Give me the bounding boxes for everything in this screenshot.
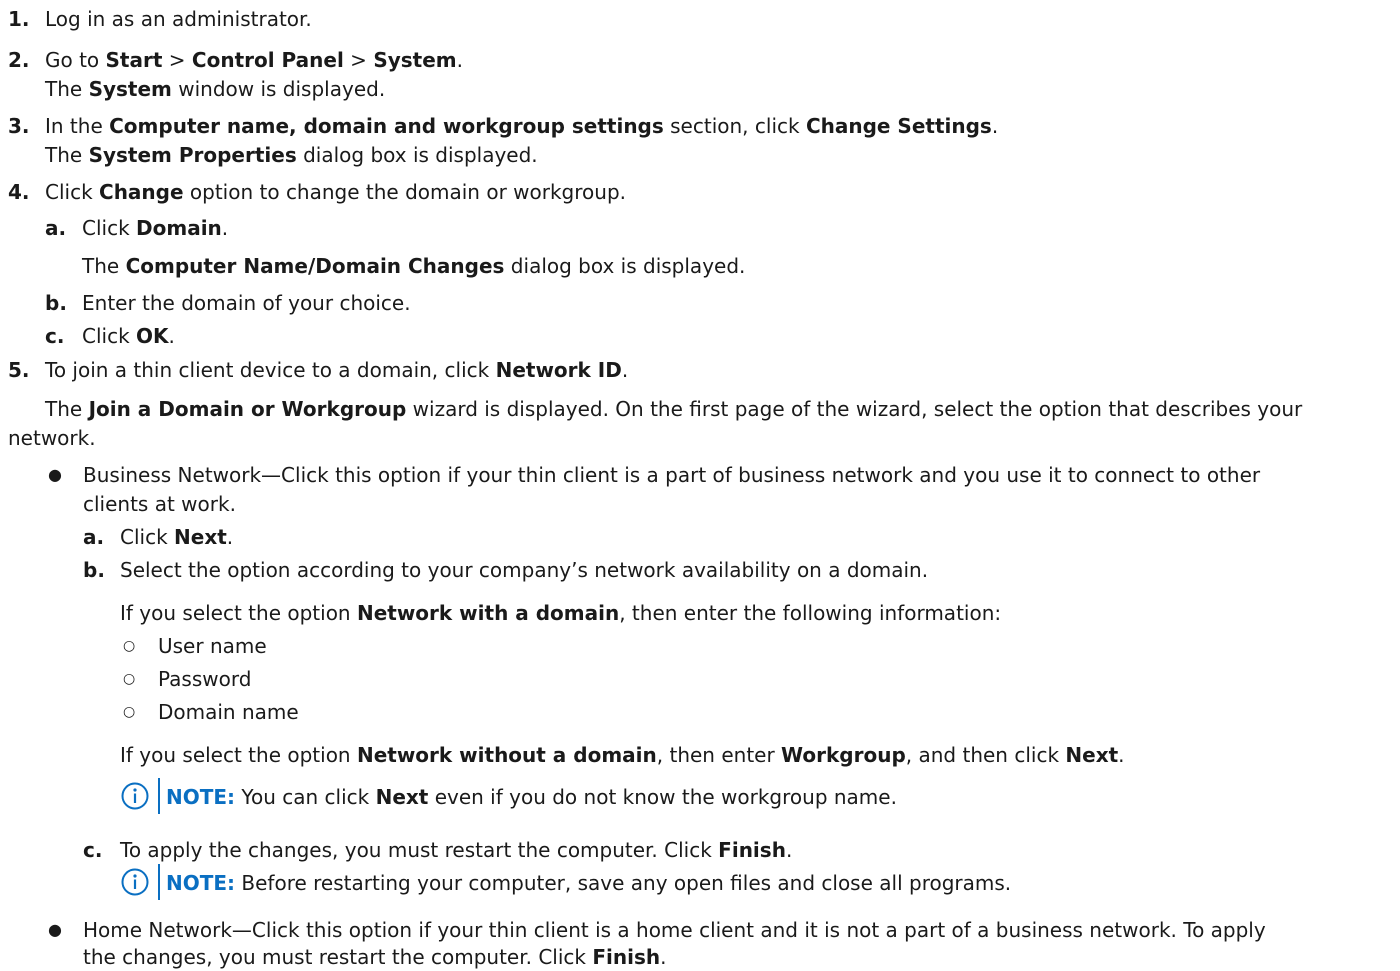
substep-label: a. — [45, 216, 67, 240]
hollow-bullet: ○ — [123, 671, 136, 687]
step-4a-result: The Computer Name/Domain Changes dialog … — [82, 254, 746, 278]
business-c-text: To apply the changes, you must restart t… — [120, 838, 793, 862]
step-4-text: Click Change option to change the domain… — [45, 180, 626, 204]
info-circle-icon — [121, 868, 149, 896]
hollow-bullet: ○ — [123, 638, 136, 654]
home-network-text: Home Network—Click this option if your t… — [83, 918, 1266, 942]
field-item: Domain name — [158, 700, 299, 724]
substep-label: b. — [45, 291, 67, 315]
step-5-paragraph: The Join a Domain or Workgroup wizard is… — [45, 397, 1303, 421]
step-number: 1. — [8, 7, 30, 31]
step-4c-text: Click OK. — [82, 324, 175, 348]
business-b-text: Select the option according to your comp… — [120, 558, 929, 582]
substep-label: b. — [83, 558, 105, 582]
home-network-text-cont: the changes, you must restart the comput… — [83, 945, 667, 969]
field-item: User name — [158, 634, 267, 658]
step-3-result: The System Properties dialog box is disp… — [45, 143, 538, 167]
substep-label: c. — [45, 324, 65, 348]
step-4b-text: Enter the domain of your choice. — [82, 291, 411, 315]
step-3-text: In the Computer name, domain and workgro… — [45, 114, 999, 138]
note-text: NOTE: Before restarting your computer, s… — [166, 871, 1012, 895]
step-2-text: Go to Start > Control Panel > System. — [45, 48, 463, 72]
step-5-text: To join a thin client device to a domain… — [45, 358, 629, 382]
step-1-text: Log in as an administrator. — [45, 7, 312, 31]
note-text: NOTE: You can click Next even if you do … — [166, 785, 897, 809]
step-number: 4. — [8, 180, 30, 204]
step-2-result: The System window is displayed. — [45, 77, 386, 101]
step-5-paragraph-cont: network. — [8, 426, 96, 450]
bullet: ● — [48, 465, 62, 484]
info-circle-icon — [121, 782, 149, 810]
note-divider — [158, 778, 160, 814]
step-number: 2. — [8, 48, 30, 72]
bullet: ● — [48, 920, 62, 939]
substep-label: a. — [83, 525, 105, 549]
step-4a-text: Click Domain. — [82, 216, 229, 240]
step-number: 3. — [8, 114, 30, 138]
with-domain-text: If you select the option Network with a … — [120, 601, 1002, 625]
step-number: 5. — [8, 358, 30, 382]
hollow-bullet: ○ — [123, 704, 136, 720]
business-network-text: Business Network—Click this option if yo… — [83, 463, 1261, 487]
business-network-text-cont: clients at work. — [83, 492, 236, 516]
field-item: Password — [158, 667, 252, 691]
substep-label: c. — [83, 838, 103, 862]
without-domain-text: If you select the option Network without… — [120, 743, 1125, 767]
note-divider — [158, 864, 160, 900]
business-a-text: Click Next. — [120, 525, 234, 549]
